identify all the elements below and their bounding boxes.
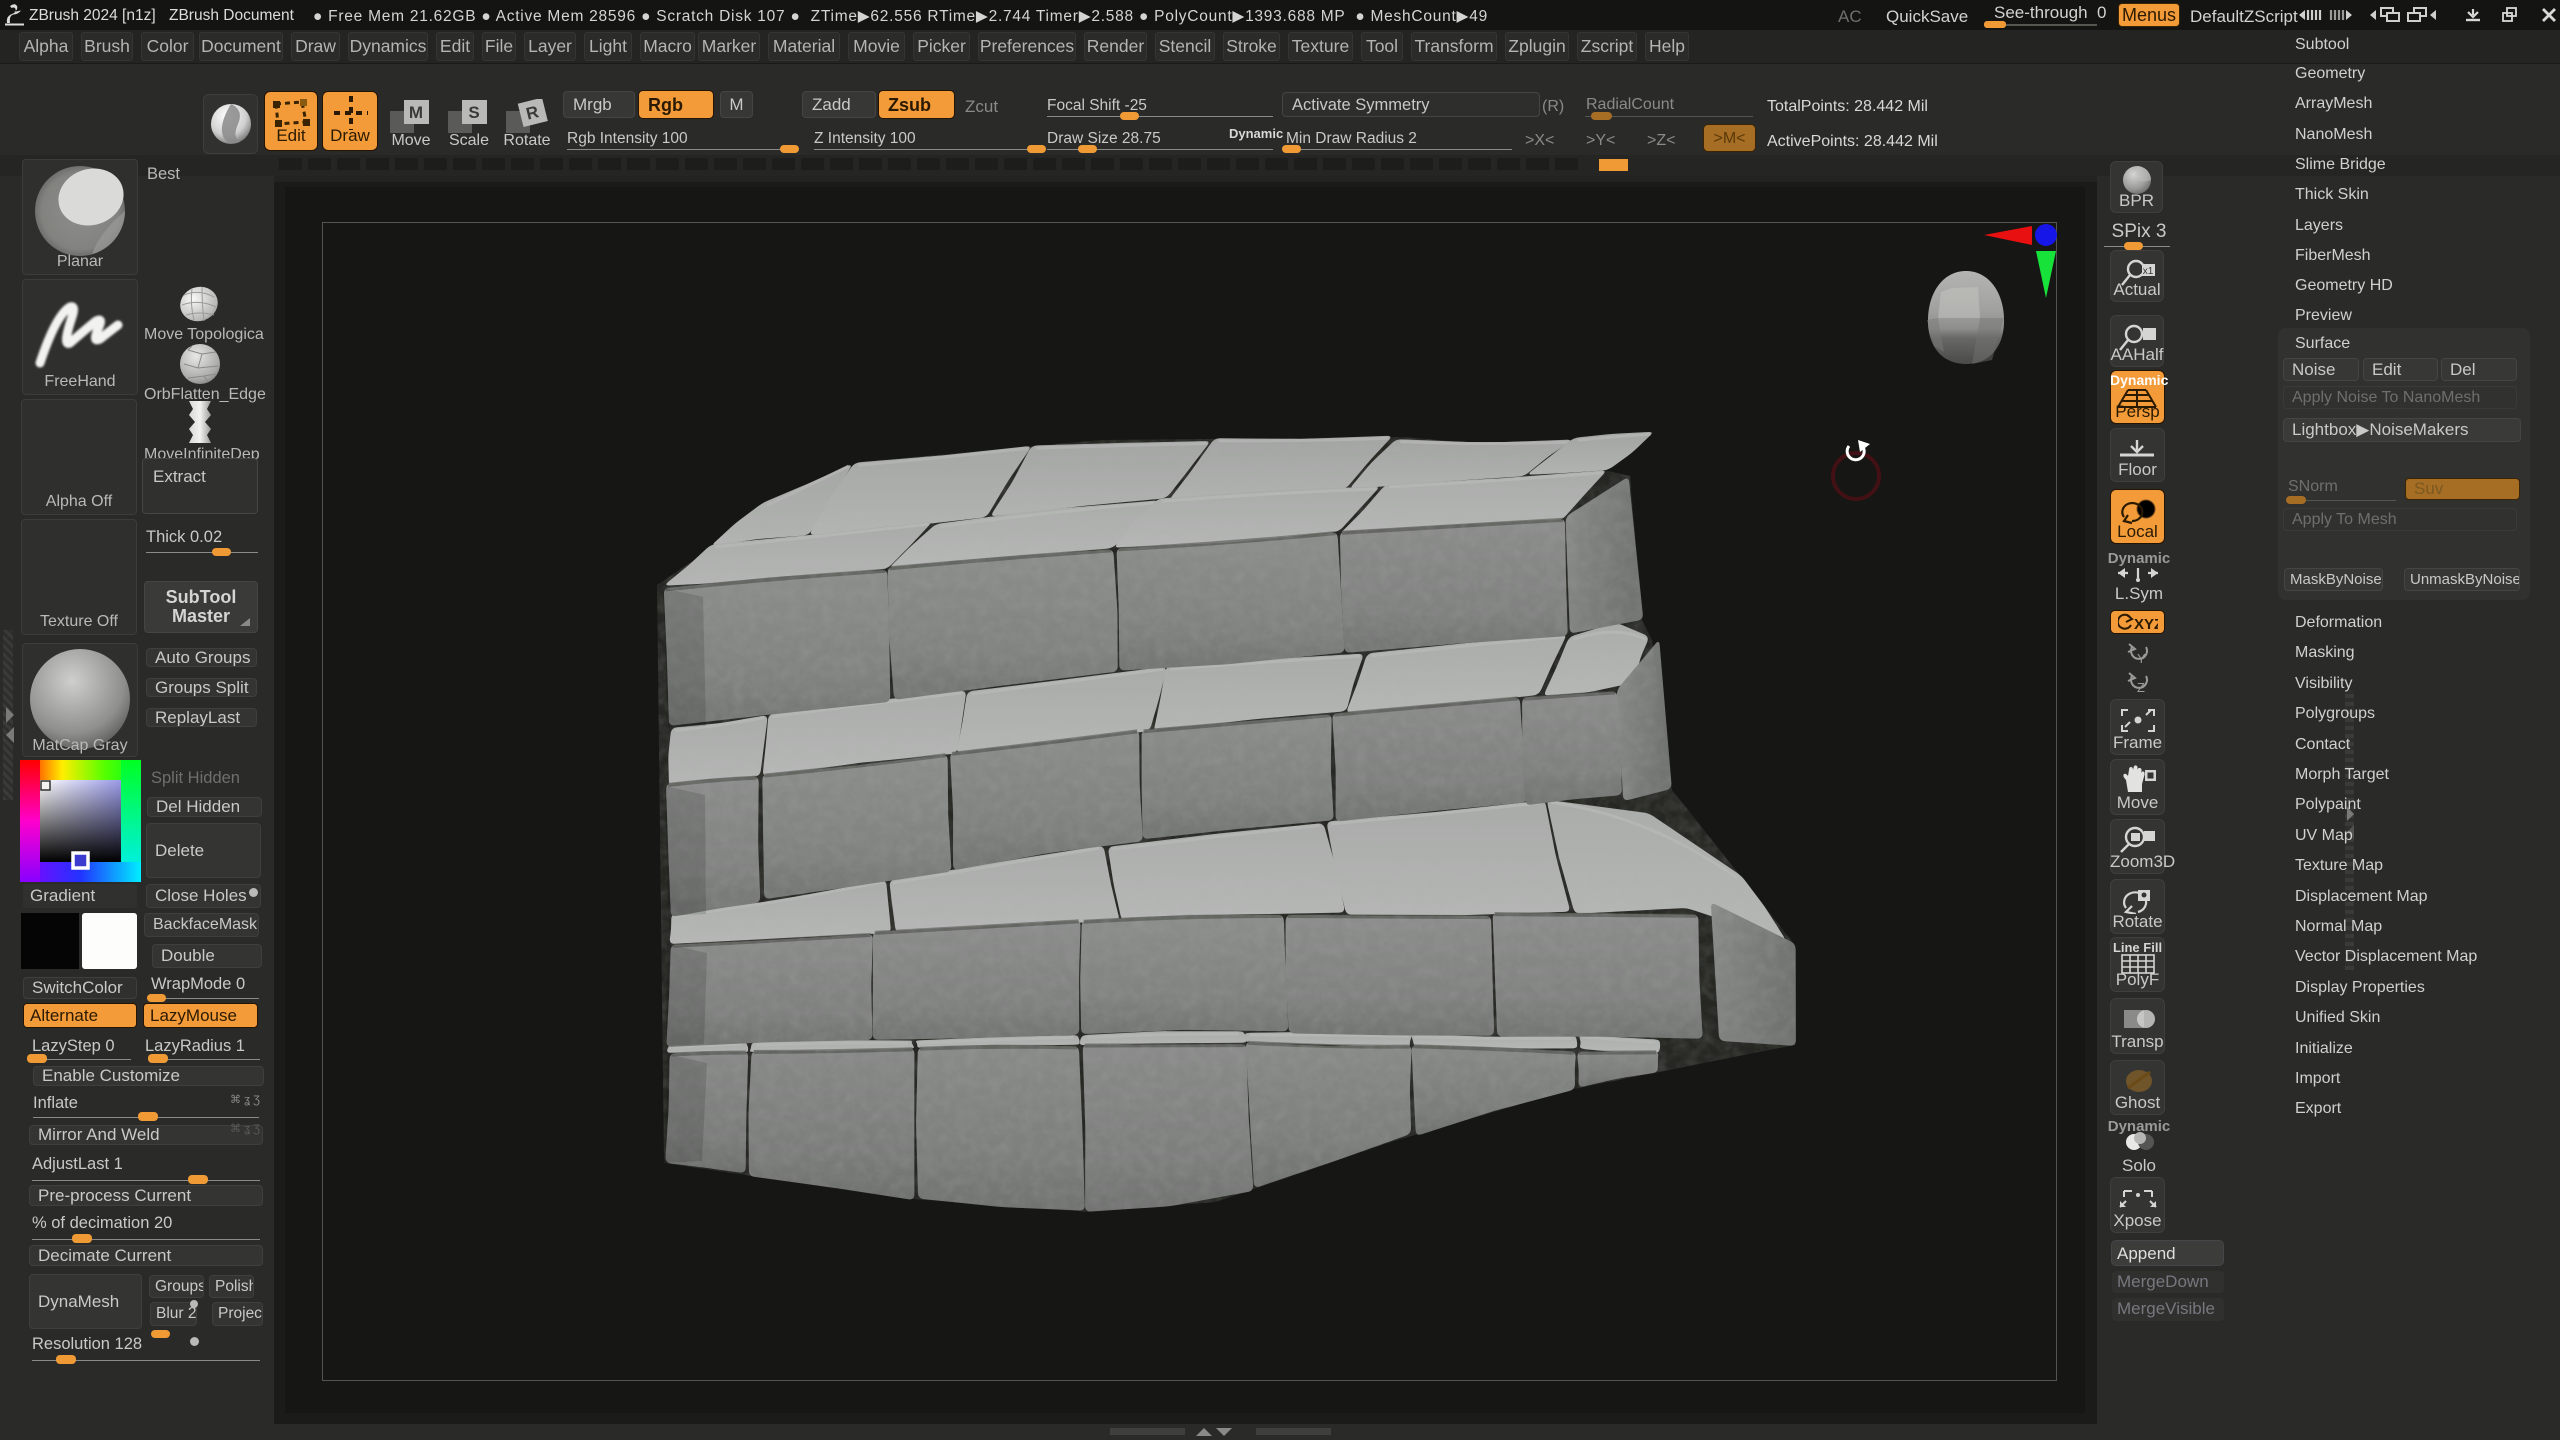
svg-text:Z: Z xyxy=(2137,680,2145,695)
svg-text:S: S xyxy=(468,103,479,122)
svg-text:XYZ: XYZ xyxy=(2134,616,2158,633)
svg-text:Y: Y xyxy=(2137,651,2146,666)
svg-text:x1: x1 xyxy=(2143,266,2154,277)
svg-text:M: M xyxy=(409,103,423,122)
